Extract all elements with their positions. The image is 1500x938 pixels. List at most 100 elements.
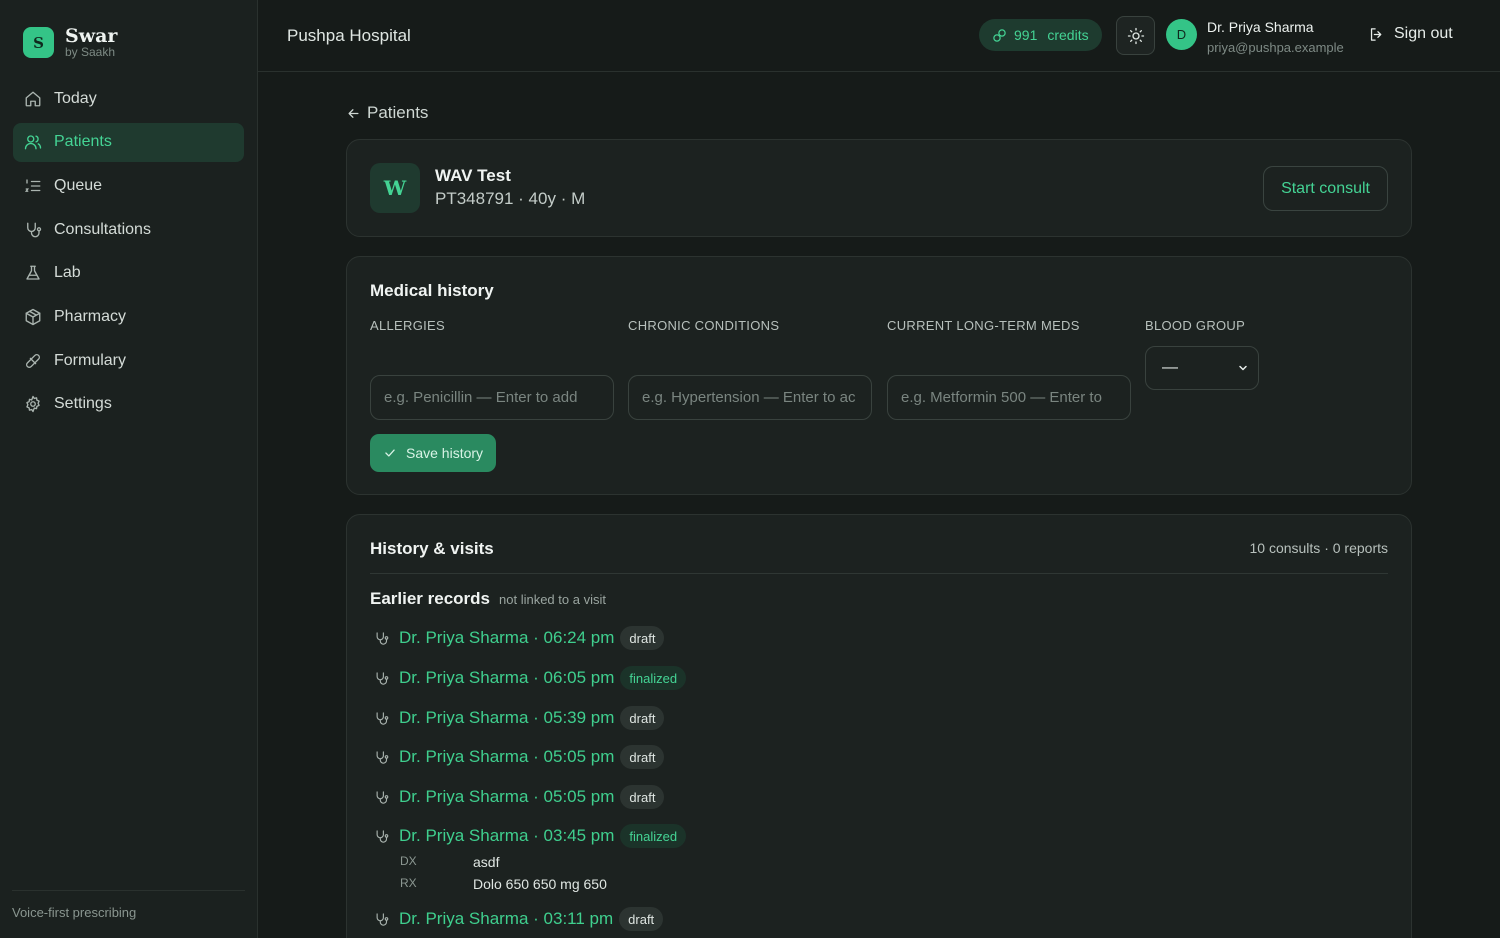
sidebar-item-formulary[interactable]: Formulary	[13, 341, 244, 380]
theme-toggle-button[interactable]	[1116, 16, 1155, 55]
visit-row[interactable]: Dr. Priya Sharma · 05:05 pm draft	[374, 745, 665, 769]
patient-meta: PT348791 · 40y · M	[435, 189, 586, 208]
visit-row[interactable]: Dr. Priya Sharma · 06:24 pm draft	[374, 626, 665, 650]
brand-name: Swar	[65, 25, 118, 47]
sidebar-item-consultations[interactable]: Consultations	[13, 210, 244, 249]
sidebar-item-settings[interactable]: Settings	[13, 385, 244, 424]
sign-out-icon	[1370, 27, 1382, 41]
visit-link[interactable]: Dr. Priya Sharma · 06:24 pm	[399, 628, 614, 648]
sidebar-item-label: Lab	[54, 264, 81, 282]
status-badge: draft	[620, 706, 665, 730]
visit-link[interactable]: Dr. Priya Sharma · 05:39 pm	[399, 708, 614, 728]
sidebar-item-queue[interactable]: Queue	[13, 166, 244, 205]
visit-link[interactable]: Dr. Priya Sharma · 05:05 pm	[399, 787, 614, 807]
sidebar-item-lab[interactable]: Lab	[13, 254, 244, 293]
arrow-left-icon	[348, 108, 359, 118]
patient-avatar: W	[370, 163, 420, 213]
sidebar-item-label: Pharmacy	[54, 307, 127, 325]
sidebar-item-label: Queue	[54, 176, 103, 194]
section-title: History & visits	[370, 539, 494, 558]
visit-row[interactable]: Dr. Priya Sharma · 03:45 pm finalized	[374, 824, 687, 848]
credits-badge[interactable]: 991 credits	[979, 19, 1102, 51]
divider	[370, 573, 1388, 574]
stethoscope-icon	[376, 829, 389, 843]
check-icon	[385, 449, 395, 457]
sidebar-item-label: Patients	[54, 133, 112, 151]
sign-out-button[interactable]: Sign out	[1368, 25, 1453, 43]
blood-group-select[interactable]: —	[1145, 346, 1259, 390]
visit-row[interactable]: Dr. Priya Sharma · 05:39 pm draft	[374, 706, 665, 730]
status-badge: draft	[619, 907, 664, 931]
visit-link[interactable]: Dr. Priya Sharma · 05:05 pm	[399, 747, 614, 767]
back-label: Patients	[367, 103, 429, 122]
meds-label: CURRENT LONG-TERM MEDS	[887, 318, 1080, 333]
sign-out-label: Sign out	[1394, 25, 1453, 42]
earlier-records-title: Earlier records	[370, 589, 491, 608]
long-term-meds-input[interactable]: e.g. Metformin 500 — Enter to	[887, 375, 1131, 420]
medical-history-card: Medical history ALLERGIES e.g. Penicilli…	[346, 256, 1412, 495]
blood-group-value: —	[1162, 359, 1178, 376]
save-history-button[interactable]: Save history	[370, 434, 497, 472]
chronic-label: CHRONIC CONDITIONS	[628, 318, 780, 333]
stethoscope-icon	[27, 222, 42, 237]
home-icon	[25, 91, 41, 106]
avatar[interactable]: D	[1166, 19, 1197, 50]
gear-icon	[26, 396, 40, 413]
hospital-name: Pushpa Hospital	[287, 26, 411, 45]
pill-icon	[25, 353, 41, 368]
sidebar-item-label: Settings	[54, 395, 112, 413]
stethoscope-icon	[376, 912, 389, 926]
stethoscope-icon	[376, 631, 389, 645]
visit-link[interactable]: Dr. Priya Sharma · 03:45 pm	[399, 826, 614, 846]
detail-value: asdf	[473, 854, 500, 870]
back-link[interactable]: Patients	[346, 103, 428, 123]
visit-row[interactable]: Dr. Priya Sharma · 03:11 pm draft	[374, 907, 664, 931]
sun-icon	[1127, 27, 1144, 44]
visit-link[interactable]: Dr. Priya Sharma · 03:11 pm	[399, 909, 613, 929]
chronic-conditions-input[interactable]: e.g. Hypertension — Enter to ac	[628, 375, 872, 420]
stethoscope-icon	[376, 750, 389, 764]
sidebar-nav: Today Patients Queue Consultations Lab P…	[13, 79, 244, 429]
sidebar-item-today[interactable]: Today	[13, 79, 244, 118]
coins-icon	[993, 28, 1006, 42]
status-badge: draft	[620, 785, 665, 809]
visit-row[interactable]: Dr. Priya Sharma · 06:05 pm finalized	[374, 666, 687, 690]
list-icon	[24, 179, 41, 192]
visit-detail-dx: DX asdf	[400, 854, 499, 870]
detail-key: DX	[400, 854, 417, 868]
visit-row[interactable]: Dr. Priya Sharma · 05:05 pm draft	[374, 785, 665, 809]
user-email: priya@pushpa.example	[1207, 40, 1344, 55]
credits-value: 991	[1014, 27, 1038, 43]
blood-group-label: BLOOD GROUP	[1145, 318, 1246, 333]
box-icon	[25, 308, 41, 326]
users-icon	[24, 135, 42, 150]
status-badge: draft	[620, 626, 665, 650]
start-consult-button[interactable]: Start consult	[1263, 166, 1388, 211]
brand-logo: S	[23, 27, 54, 58]
credits-label: credits	[1047, 27, 1089, 43]
allergies-input[interactable]: e.g. Penicillin — Enter to add	[370, 375, 614, 420]
sidebar-footer: Voice-first prescribing	[12, 890, 245, 920]
earlier-records-heading: Earlier records not linked to a visit	[370, 589, 606, 609]
patient-card: W WAV Test PT348791 · 40y · M Start cons…	[346, 139, 1412, 237]
visits-count: 10 consults · 0 reports	[1249, 540, 1388, 556]
section-title: Medical history	[370, 281, 494, 300]
status-badge: finalized	[620, 666, 687, 690]
user-name: Dr. Priya Sharma	[1207, 19, 1314, 35]
sidebar-item-patients[interactable]: Patients	[13, 122, 244, 162]
brand-sub: by Saakh	[65, 45, 116, 59]
visit-detail-rx: RX Dolo 650 650 mg 650	[400, 876, 607, 892]
status-badge: draft	[620, 745, 665, 769]
sidebar-item-pharmacy[interactable]: Pharmacy	[13, 297, 244, 336]
sidebar-item-label: Formulary	[54, 351, 127, 369]
stethoscope-icon	[376, 671, 389, 685]
visit-link[interactable]: Dr. Priya Sharma · 06:05 pm	[399, 668, 614, 688]
brand[interactable]: S Swar by Saakh	[23, 26, 117, 59]
flask-icon	[26, 265, 40, 280]
stethoscope-icon	[376, 790, 389, 804]
topbar: Pushpa Hospital 991 credits D Dr. Priya …	[258, 0, 1500, 72]
stethoscope-icon	[376, 711, 389, 725]
status-badge: finalized	[620, 824, 687, 848]
sidebar: S Swar by Saakh Today Patients Queue Con…	[0, 0, 258, 938]
detail-key: RX	[400, 876, 417, 890]
